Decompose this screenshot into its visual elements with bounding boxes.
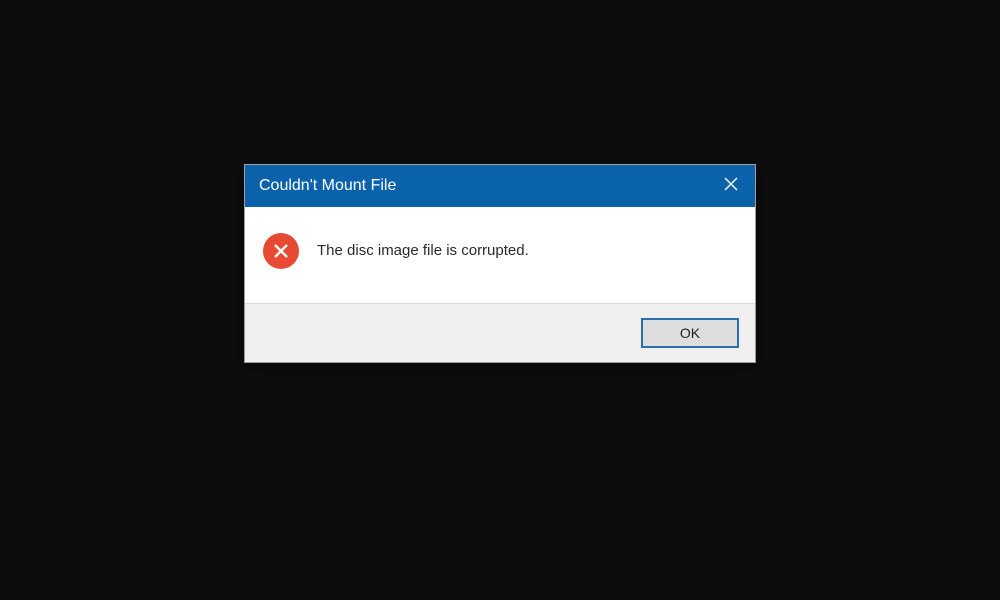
ok-button[interactable]: OK <box>641 318 739 348</box>
dialog-title: Couldn't Mount File <box>259 177 396 195</box>
close-button[interactable] <box>707 165 755 207</box>
close-icon <box>724 177 738 196</box>
error-dialog: Couldn't Mount File The disc image file … <box>244 164 756 363</box>
dialog-footer: OK <box>245 303 755 362</box>
dialog-content: The disc image file is corrupted. <box>245 207 755 303</box>
error-icon <box>263 233 299 269</box>
titlebar: Couldn't Mount File <box>245 165 755 207</box>
dialog-message: The disc image file is corrupted. <box>317 241 529 261</box>
